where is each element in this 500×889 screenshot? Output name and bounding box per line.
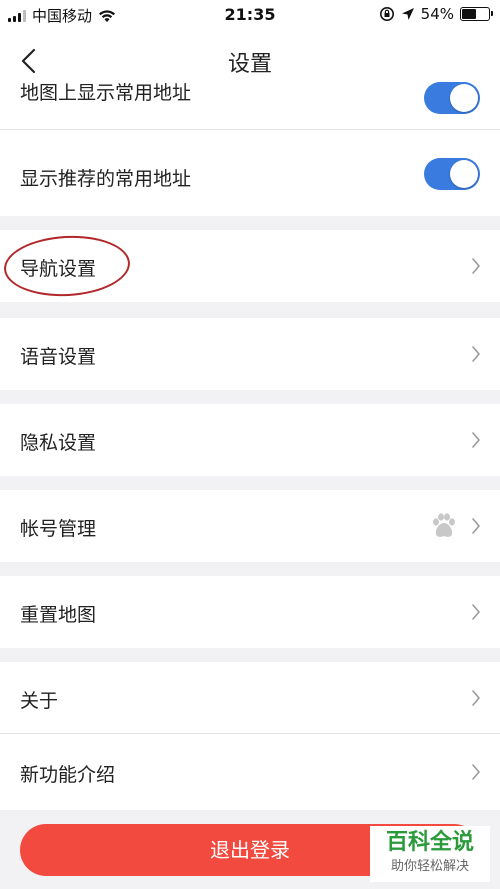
- setting-row-voice[interactable]: 语音设置: [0, 318, 500, 390]
- show-recommended-toggle[interactable]: [424, 158, 480, 190]
- chevron-right-icon: [472, 432, 480, 448]
- setting-label: 导航设置: [20, 258, 97, 280]
- setting-label: 隐私设置: [20, 432, 97, 454]
- battery-percent: 54%: [420, 5, 454, 23]
- baidu-paw-icon: [433, 513, 455, 537]
- setting-label: 关于: [20, 690, 59, 712]
- watermark-sub-text: 助你轻松解决: [390, 859, 469, 874]
- battery-fill: [462, 9, 476, 19]
- setting-label: 新功能介绍: [20, 764, 116, 786]
- status-right: 54%: [379, 5, 493, 23]
- setting-label: 语音设置: [20, 346, 97, 368]
- status-bar: 中国移动 21:35 54%: [0, 0, 500, 30]
- chevron-right-icon: [472, 518, 480, 534]
- page-title: 设置: [227, 52, 272, 77]
- setting-row-reset-map[interactable]: 重置地图: [0, 576, 500, 648]
- battery-icon: [460, 7, 493, 21]
- chevron-right-icon: [472, 346, 480, 362]
- watermark-main-text: 百科全说: [385, 830, 474, 855]
- setting-row-navigation[interactable]: 导航设置: [0, 230, 500, 302]
- setting-row-about[interactable]: 关于: [0, 662, 500, 734]
- setting-row-show-common-on-map: 地图上显示常用地址: [0, 82, 500, 130]
- setting-row-new-features[interactable]: 新功能介绍: [0, 734, 500, 810]
- watermark-logo: 百科全说 助你轻松解决: [370, 826, 490, 882]
- chevron-right-icon: [472, 258, 480, 274]
- setting-row-privacy[interactable]: 隐私设置: [0, 404, 500, 476]
- setting-label: 显示推荐的常用地址: [20, 168, 192, 190]
- toggle-knob: [450, 160, 478, 188]
- toggle-knob: [450, 84, 478, 112]
- setting-row-account[interactable]: 帐号管理: [0, 490, 500, 562]
- orientation-lock-icon: [379, 7, 394, 21]
- show-common-on-map-toggle[interactable]: [424, 82, 480, 114]
- setting-label: 帐号管理: [20, 518, 97, 540]
- chevron-right-icon: [472, 604, 480, 620]
- setting-row-show-recommended: 显示推荐的常用地址: [0, 130, 500, 216]
- chevron-right-icon: [472, 764, 480, 780]
- location-arrow-icon: [401, 8, 414, 20]
- setting-label: 地图上显示常用地址: [20, 82, 192, 104]
- setting-label: 重置地图: [20, 604, 97, 626]
- chevron-right-icon: [472, 690, 480, 706]
